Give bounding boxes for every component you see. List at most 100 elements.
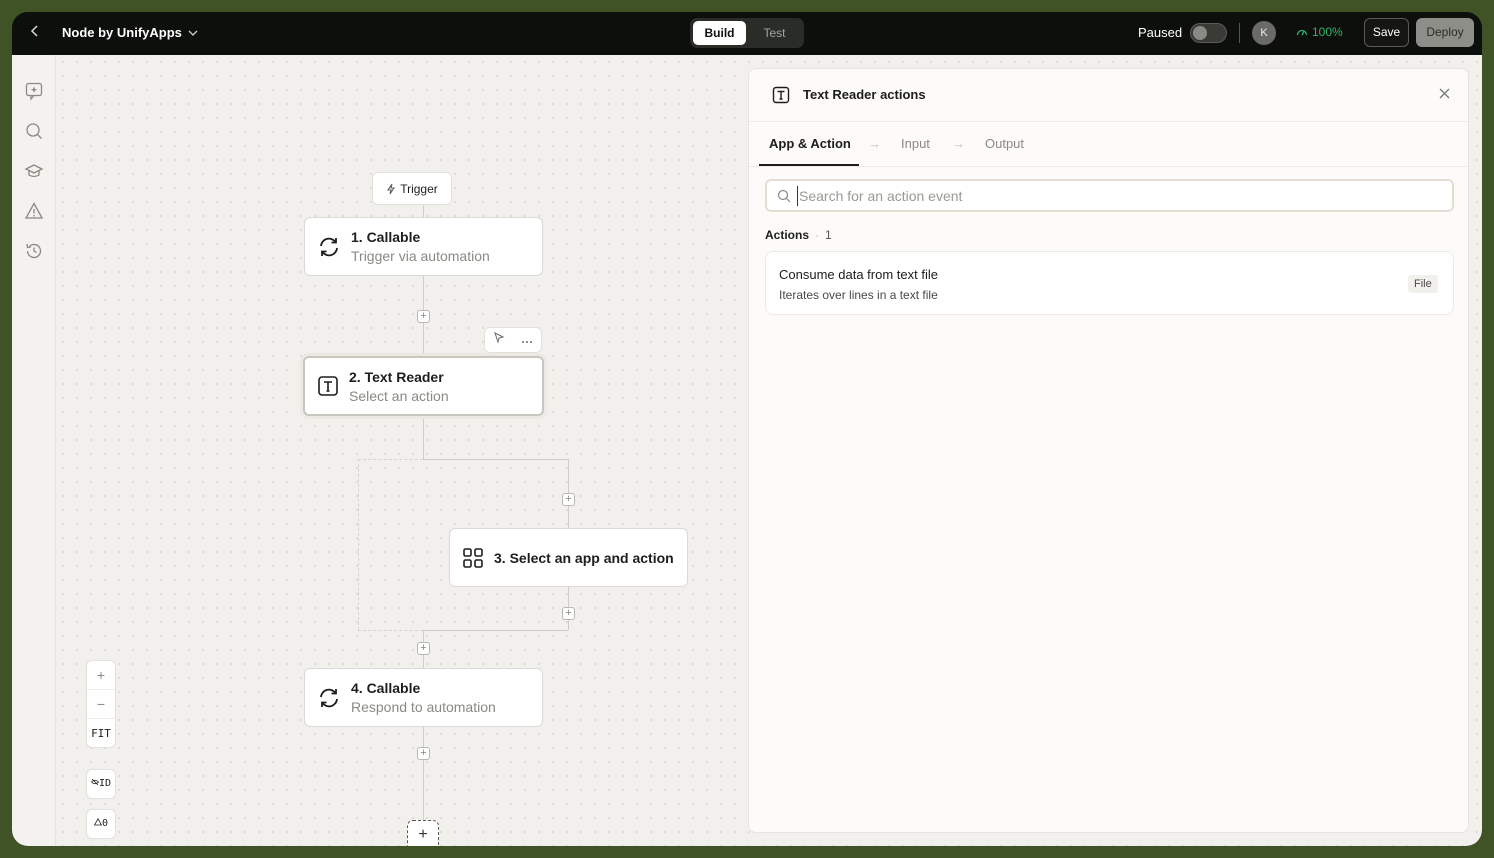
active-tab-indicator [759, 164, 859, 166]
node-title: 1. Callable [351, 229, 421, 245]
arrow-right-icon: → [952, 136, 965, 151]
connector [423, 205, 424, 217]
flow-node-callable-trigger[interactable]: 1. Callable Trigger via automation [304, 217, 543, 276]
trigger-button[interactable]: Trigger [372, 172, 452, 205]
zoom-in-button[interactable]: + [87, 661, 115, 690]
zoom-controls: + − FIT [86, 660, 116, 748]
connector [423, 727, 424, 820]
action-title: Consume data from text file [779, 267, 938, 282]
actions-label: Actions [765, 228, 810, 242]
mode-build[interactable]: Build [693, 21, 746, 45]
node-title: 2. Text Reader [349, 368, 444, 385]
add-final-step-button[interactable]: + [407, 820, 439, 846]
status-label: Paused [1138, 25, 1183, 40]
action-search-input[interactable] [797, 186, 1437, 206]
text-icon [772, 86, 790, 104]
add-step-button[interactable]: + [417, 310, 430, 323]
grid-icon [463, 547, 483, 568]
mode-switch: Build Test [690, 18, 804, 48]
search-icon [777, 189, 791, 203]
node-subtitle: Trigger via automation [351, 248, 490, 264]
node-toolbar [484, 327, 542, 353]
trigger-label: Trigger [400, 181, 438, 196]
navigate-button[interactable] [485, 328, 513, 352]
flow-node-callable-response[interactable]: 4. Callable Respond to automation [304, 668, 543, 727]
zoom-out-button[interactable]: − [87, 690, 115, 719]
divider [1239, 23, 1240, 43]
action-description: Iterates over lines in a text file [779, 288, 938, 302]
ellipsis-icon [522, 341, 532, 343]
health-value: 100% [1312, 25, 1343, 39]
add-step-button[interactable]: + [417, 642, 430, 655]
flow-node-text-reader[interactable]: 2. Text Reader Select an action [303, 356, 544, 416]
ai-chat-icon [25, 82, 43, 101]
tab-output[interactable]: Output [985, 136, 1024, 151]
search-icon [26, 123, 42, 139]
actions-panel: Text Reader actions App & Action → Input… [748, 68, 1469, 833]
action-search [765, 179, 1454, 212]
tab-input[interactable]: Input [901, 136, 930, 151]
fit-button[interactable]: FIT [87, 719, 115, 748]
sync-icon [320, 237, 338, 256]
top-bar: Node by UnifyApps Build Test Paused K 10… [12, 12, 1482, 55]
save-button[interactable]: Save [1364, 18, 1409, 47]
cursor-icon [494, 332, 505, 344]
node-text: 1. Callable Trigger via automation [351, 229, 490, 264]
back-button[interactable] [30, 24, 44, 42]
left-rail [12, 55, 56, 846]
pause-toggle[interactable] [1190, 23, 1227, 43]
warnings-count-button[interactable]: 0 [86, 809, 116, 839]
project-switcher[interactable]: Node by UnifyApps [62, 25, 198, 40]
connector [423, 630, 568, 631]
learn-button[interactable] [24, 161, 44, 181]
panel-tabs: App & Action → Input → Output [749, 122, 1468, 167]
actions-header: Actions · 1 [765, 228, 832, 242]
node-subtitle: Select an action [349, 387, 449, 404]
close-panel-button[interactable] [1439, 86, 1450, 102]
branch-connector [358, 459, 359, 630]
arrow-right-icon: → [868, 136, 881, 151]
node-text: 2. Text Reader Select an action [349, 369, 449, 404]
search-button[interactable] [24, 121, 44, 141]
panel-title: Text Reader actions [803, 87, 926, 102]
add-step-button[interactable]: + [562, 493, 575, 506]
learn-icon [24, 164, 44, 178]
add-step-button[interactable]: + [417, 747, 430, 760]
more-options-button[interactable] [513, 328, 541, 352]
warning-icon [24, 202, 44, 219]
chevron-left-icon [30, 25, 38, 37]
bolt-icon [387, 183, 396, 194]
deploy-button[interactable]: Deploy [1416, 18, 1474, 47]
tab-app-action[interactable]: App & Action [769, 136, 851, 151]
mode-test[interactable]: Test [748, 21, 801, 45]
action-item[interactable]: Consume data from text file Iterates ove… [765, 251, 1454, 315]
ai-chat-button[interactable] [24, 81, 44, 101]
separator-dot: · [815, 228, 820, 242]
sync-icon [320, 688, 338, 707]
branch-connector [358, 459, 423, 460]
gauge-icon [1296, 29, 1308, 36]
id-label: ID [98, 778, 112, 789]
node-subtitle: Respond to automation [351, 699, 496, 715]
flow-node-select-app[interactable]: 3. Select an app and action [449, 528, 688, 587]
actions-count: 1 [825, 228, 832, 242]
flow-canvas[interactable]: Trigger 1. Callable Trigger via automati… [56, 55, 1482, 846]
add-step-button[interactable]: + [562, 607, 575, 620]
text-icon [318, 376, 338, 396]
close-icon [1439, 88, 1450, 99]
panel-header: Text Reader actions [749, 69, 1468, 122]
chevron-down-icon [188, 30, 198, 36]
app-window: Node by UnifyApps Build Test Paused K 10… [12, 12, 1482, 846]
warnings-button[interactable] [24, 201, 44, 221]
node-title: 3. Select an app and action [494, 549, 674, 566]
health-indicator: 100% [1296, 25, 1343, 39]
warnings-count: 0 [101, 818, 109, 829]
connector [423, 416, 424, 459]
history-button[interactable] [24, 241, 44, 261]
history-icon [26, 243, 42, 259]
avatar[interactable]: K [1252, 21, 1276, 45]
action-tag: File [1408, 275, 1438, 293]
toggle-ids-button[interactable]: ID [86, 769, 116, 799]
branch-connector [358, 630, 423, 631]
project-name: Node by UnifyApps [62, 25, 182, 40]
